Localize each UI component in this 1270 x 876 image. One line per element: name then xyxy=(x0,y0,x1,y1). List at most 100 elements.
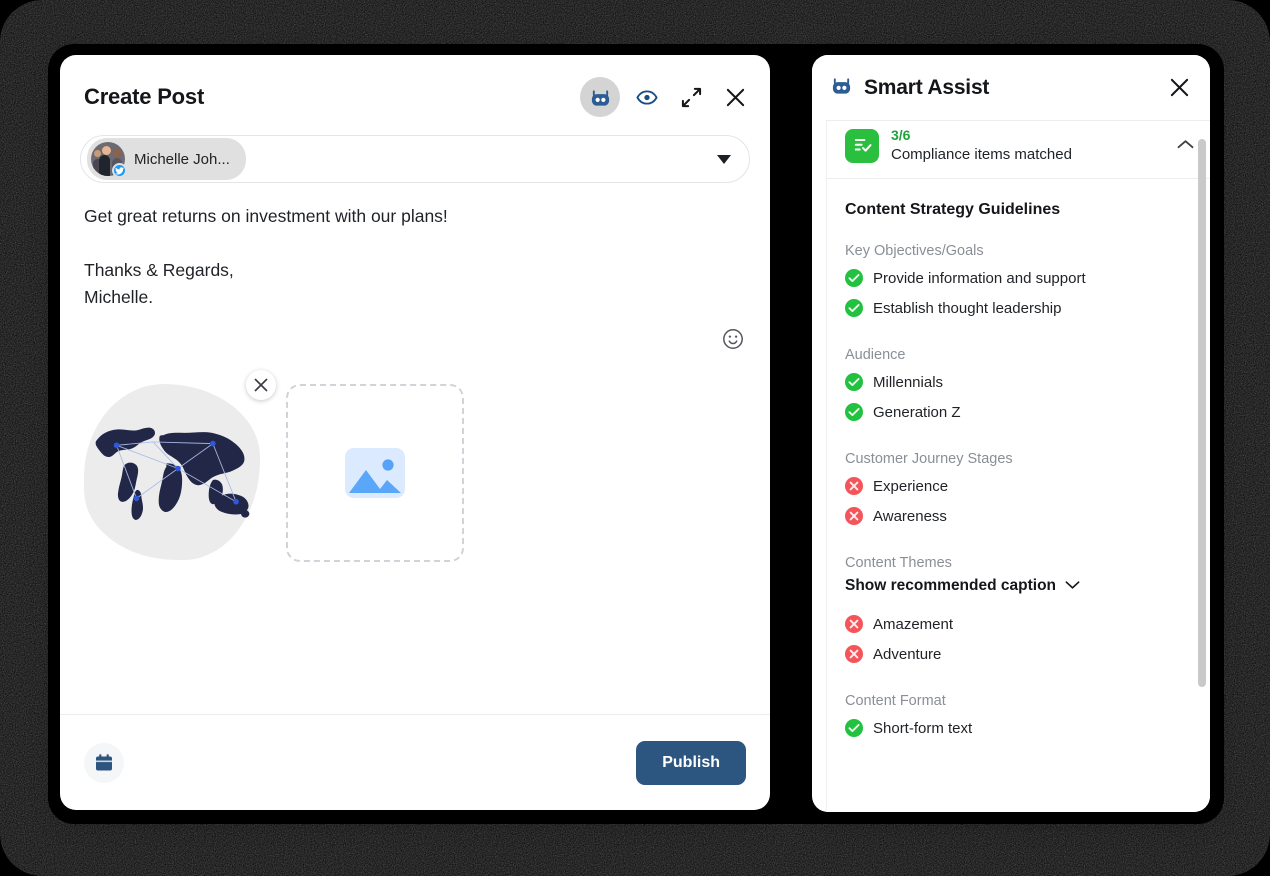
bot-glyph xyxy=(591,89,609,106)
post-text[interactable]: Get great returns on investment with our… xyxy=(84,203,746,312)
close-icon xyxy=(254,378,268,391)
twitter-badge-icon xyxy=(112,163,127,178)
world-map-image xyxy=(95,427,250,520)
smart-assist-title: Smart Assist xyxy=(864,75,990,99)
status-check-icon xyxy=(845,719,863,737)
guideline-item[interactable]: Provide information and support xyxy=(845,263,1192,293)
status-cross-icon xyxy=(845,477,863,495)
smart-assist-window: Smart Assist 3/6 Compliance items matche… xyxy=(812,55,1210,812)
checklist-glyph xyxy=(854,139,872,152)
cross-glyph xyxy=(849,511,859,521)
create-post-window: Create Post Michelle Joh... Get great re… xyxy=(60,55,770,810)
close-glyph xyxy=(1170,78,1188,97)
guidelines-title: Content Strategy Guidelines xyxy=(845,201,1061,218)
image-placeholder-icon xyxy=(345,447,405,498)
smart-assist-scrollbar[interactable] xyxy=(1198,139,1206,687)
guideline-item-label: Provide information and support xyxy=(873,269,1086,287)
publish-button[interactable]: Publish xyxy=(636,740,746,785)
guideline-item[interactable]: Adventure xyxy=(845,639,1192,669)
show-recommended-caption-toggle[interactable]: Show recommended caption xyxy=(845,577,1192,595)
smart-assist-header: Smart Assist xyxy=(812,55,1210,120)
guideline-item[interactable]: Millennials xyxy=(845,367,1192,397)
eye-glyph xyxy=(636,89,658,105)
status-check-icon xyxy=(845,403,863,421)
chevron-down-icon[interactable] xyxy=(717,154,731,164)
status-cross-icon xyxy=(845,645,863,663)
guideline-item[interactable]: Experience xyxy=(845,471,1192,501)
calendar-glyph xyxy=(96,753,112,770)
create-post-footer: Publish xyxy=(60,714,770,810)
guideline-item[interactable]: Amazement xyxy=(845,609,1192,639)
status-cross-icon xyxy=(845,615,863,633)
account-selector[interactable]: Michelle Joh... xyxy=(80,135,750,183)
guideline-section-heading: Content Format xyxy=(845,693,946,709)
check-glyph xyxy=(848,273,860,283)
guideline-item-label: Generation Z xyxy=(873,403,961,421)
account-name: Michelle Joh... xyxy=(134,150,230,168)
check-glyph xyxy=(848,407,860,417)
status-cross-icon xyxy=(845,507,863,525)
guideline-item-label: Amazement xyxy=(873,615,954,633)
create-post-header: Create Post xyxy=(60,55,770,123)
status-check-icon xyxy=(845,373,863,391)
cross-glyph xyxy=(849,481,859,491)
emoji-glyph xyxy=(723,329,743,349)
chevron-up-icon[interactable] xyxy=(1177,137,1194,155)
compliance-count: 3/6 xyxy=(891,127,911,143)
remove-image-button[interactable] xyxy=(246,369,276,400)
smart-assist-bot-icon[interactable] xyxy=(580,77,620,117)
status-check-icon xyxy=(845,269,863,287)
compliance-checklist-icon xyxy=(845,128,879,163)
header-actions xyxy=(580,77,746,117)
bot-glyph xyxy=(832,77,851,94)
chevron-down-glyph xyxy=(1065,581,1080,589)
expand-icon[interactable] xyxy=(680,86,702,108)
account-chip[interactable]: Michelle Joh... xyxy=(87,138,246,180)
check-glyph xyxy=(848,303,860,313)
guideline-item-label: Short-form text xyxy=(873,719,973,737)
avatar xyxy=(91,142,127,178)
twitter-bird-glyph xyxy=(115,166,124,175)
add-media-button[interactable] xyxy=(286,383,464,562)
guideline-item[interactable]: Short-form text xyxy=(845,713,1192,743)
media-attachments xyxy=(84,369,746,562)
guideline-item[interactable]: Establish thought leadership xyxy=(845,293,1192,323)
preview-eye-icon[interactable] xyxy=(636,86,658,108)
page-title: Create Post xyxy=(84,84,205,109)
guideline-item-label: Establish thought leadership xyxy=(873,299,1062,317)
guideline-section-heading: Customer Journey Stages xyxy=(845,451,1013,467)
expand-glyph xyxy=(681,87,701,107)
smart-assist-bot-icon xyxy=(830,75,853,101)
emoji-icon[interactable] xyxy=(722,328,744,350)
compliance-summary[interactable]: 3/6 Compliance items matched xyxy=(827,121,1210,179)
check-glyph xyxy=(848,723,860,733)
guideline-item[interactable]: Awareness xyxy=(845,501,1192,531)
guideline-item-label: Awareness xyxy=(873,507,947,525)
compliance-texts: 3/6 Compliance items matched xyxy=(891,127,1072,164)
close-icon[interactable] xyxy=(724,86,746,108)
close-glyph xyxy=(726,88,744,106)
close-icon[interactable] xyxy=(1168,77,1190,99)
status-check-icon xyxy=(845,299,863,317)
guideline-item[interactable]: Generation Z xyxy=(845,397,1192,427)
cross-glyph xyxy=(849,649,859,659)
compliance-label: Compliance items matched xyxy=(891,145,1072,163)
guideline-item-label: Experience xyxy=(873,477,949,495)
guideline-section-heading: Audience xyxy=(845,347,906,363)
guideline-section-heading: Content Themes xyxy=(845,555,952,571)
guideline-item-label: Millennials xyxy=(873,373,944,391)
guideline-sections: Key Objectives/Goals Provide information … xyxy=(845,243,1192,743)
show-recommended-caption-label: Show recommended caption xyxy=(845,577,1057,594)
smart-assist-body: 3/6 Compliance items matched Content Str… xyxy=(826,120,1210,812)
post-composer[interactable]: Get great returns on investment with our… xyxy=(60,183,770,714)
check-glyph xyxy=(848,377,860,387)
guideline-item-label: Adventure xyxy=(873,645,942,663)
chevron-up-glyph xyxy=(1177,139,1194,148)
guideline-section-heading: Key Objectives/Goals xyxy=(845,243,984,259)
attached-image-thumbnail[interactable] xyxy=(84,369,276,560)
cross-glyph xyxy=(849,619,859,629)
schedule-calendar-icon[interactable] xyxy=(84,742,124,783)
chevron-down-icon xyxy=(1065,577,1080,595)
content-strategy-guidelines: Content Strategy Guidelines Key Objectiv… xyxy=(827,179,1210,743)
